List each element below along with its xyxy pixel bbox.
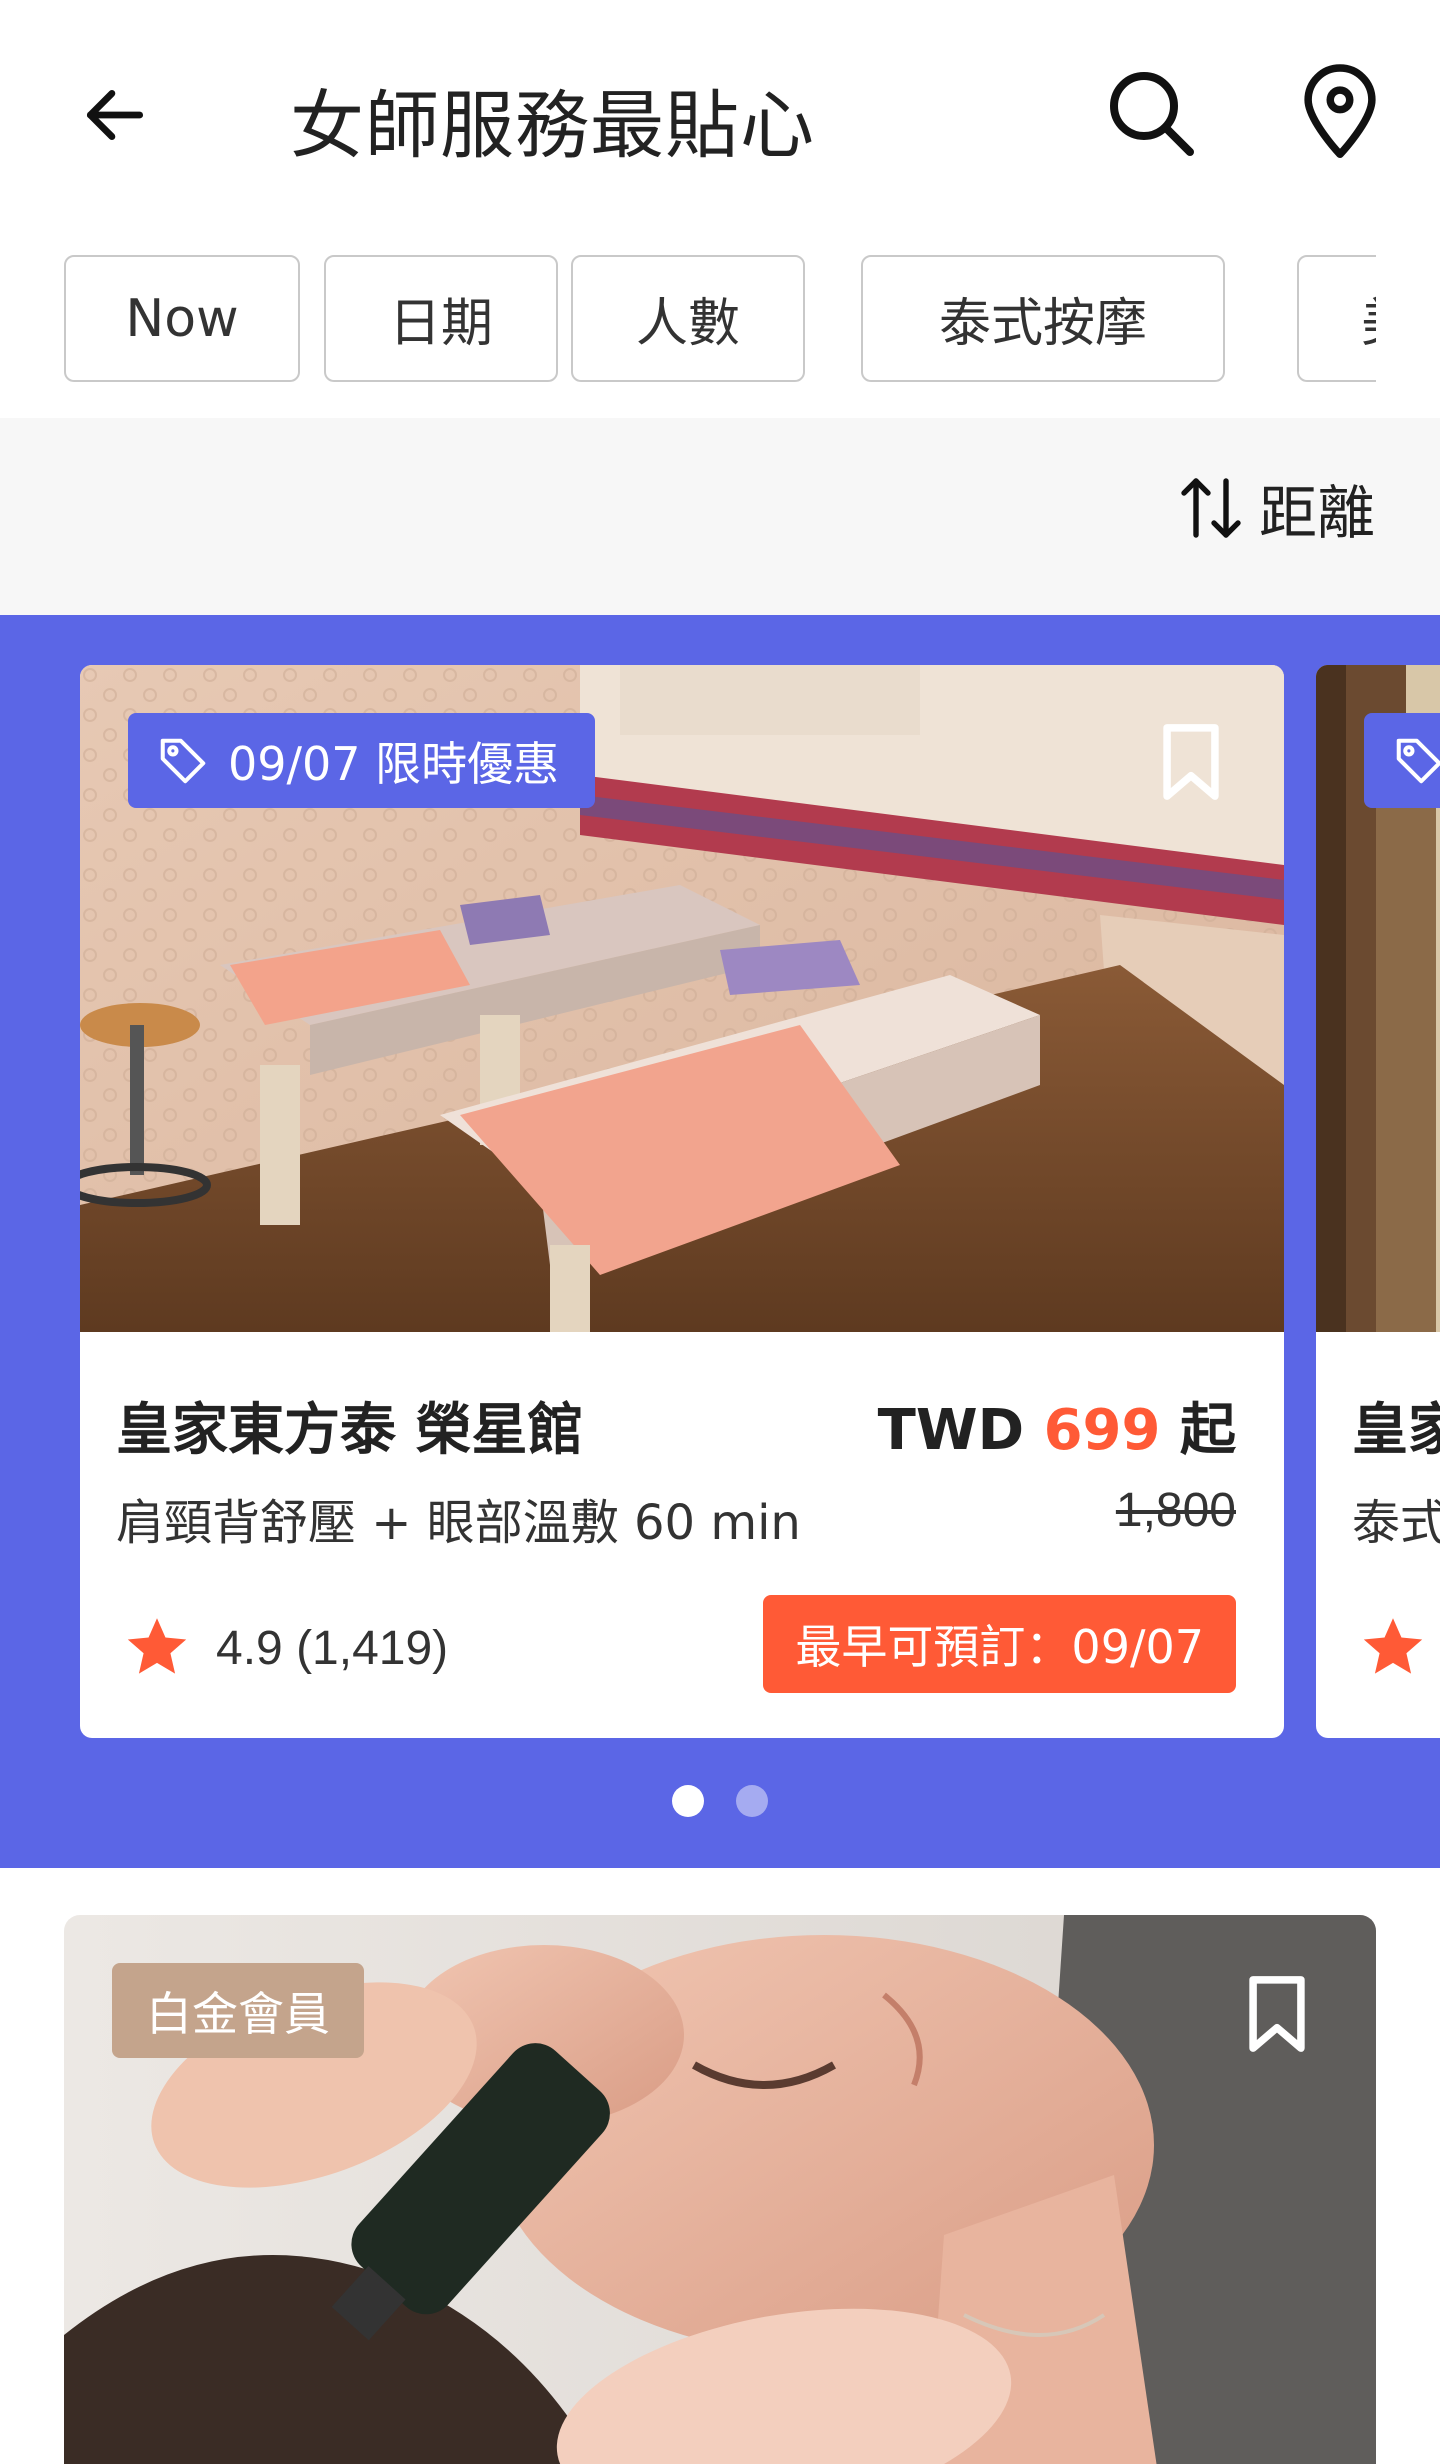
- star-icon: [127, 1618, 187, 1674]
- price-currency: TWD: [877, 1398, 1025, 1463]
- bookmark-button[interactable]: [1156, 721, 1226, 803]
- app-header: 女師服務最貼心: [0, 0, 1440, 225]
- page-dot-active[interactable]: [672, 1785, 704, 1817]
- earliest-booking-badge: 最早可預訂：09/07: [763, 1595, 1236, 1693]
- rating: [1358, 1613, 1428, 1683]
- chip-people[interactable]: 人數: [571, 255, 805, 382]
- back-button[interactable]: [70, 70, 160, 160]
- chip-now[interactable]: Now: [64, 255, 300, 382]
- featured-card[interactable]: 皇家 泰式: [1316, 665, 1440, 1738]
- listing-card[interactable]: 白金會員: [64, 1915, 1376, 2464]
- arrow-left-icon: [86, 90, 144, 140]
- service-description: 泰式: [1352, 1495, 1440, 1551]
- sort-bar: 距離: [0, 418, 1440, 615]
- service-description: 肩頸背舒壓 + 眼部溫敷 60 min: [116, 1495, 801, 1551]
- bookmark-icon: [1163, 724, 1219, 800]
- filter-chip-bar: Now 日期 人數 泰式按摩 美: [0, 255, 1376, 385]
- shop-name: 皇家: [1352, 1398, 1440, 1463]
- price-amount: 699: [1043, 1398, 1161, 1463]
- bookmark-button[interactable]: [1242, 1973, 1312, 2055]
- sort-arrows-icon: [1181, 478, 1241, 538]
- sort-button[interactable]: 距離: [1175, 468, 1375, 548]
- star-icon: [1363, 1618, 1423, 1674]
- search-icon: [1110, 72, 1194, 156]
- promo-text: 09/07 限時優惠: [228, 736, 560, 791]
- featured-carousel[interactable]: 09/07 限時優惠 皇家東方泰 榮星館 TWD 699 起 肩頸背舒壓 + 眼…: [0, 615, 1440, 1868]
- location-button[interactable]: [1290, 60, 1390, 165]
- search-button[interactable]: [1100, 62, 1200, 162]
- price: TWD 699 起: [878, 1385, 1236, 1466]
- carousel-pagination: [0, 1785, 1440, 1819]
- sort-label: 距離: [1258, 479, 1375, 547]
- member-badge: 白金會員: [112, 1963, 364, 2058]
- page-dot[interactable]: [736, 1785, 768, 1817]
- tag-icon: [1396, 738, 1440, 783]
- chip-more[interactable]: 美: [1297, 255, 1376, 382]
- bookmark-icon: [1249, 1976, 1305, 2052]
- price-suffix: 起: [1180, 1398, 1236, 1463]
- tag-icon: [160, 738, 206, 783]
- map-pin-icon: [1304, 63, 1376, 158]
- promo-badge: [1364, 713, 1440, 808]
- promo-badge: 09/07 限時優惠: [128, 713, 596, 808]
- chip-thai-massage[interactable]: 泰式按摩: [861, 255, 1225, 382]
- chip-date[interactable]: 日期: [324, 255, 558, 382]
- featured-card[interactable]: 09/07 限時優惠 皇家東方泰 榮星館 TWD 699 起 肩頸背舒壓 + 眼…: [80, 665, 1284, 1738]
- shop-name: 皇家東方泰 榮星館: [116, 1398, 584, 1463]
- rating: 4.9 (1,419): [122, 1613, 448, 1683]
- rating-text: 4.9 (1,419): [216, 1621, 449, 1675]
- original-price: 1,800: [1115, 1484, 1236, 1537]
- page-title: 女師服務最貼心: [290, 83, 815, 169]
